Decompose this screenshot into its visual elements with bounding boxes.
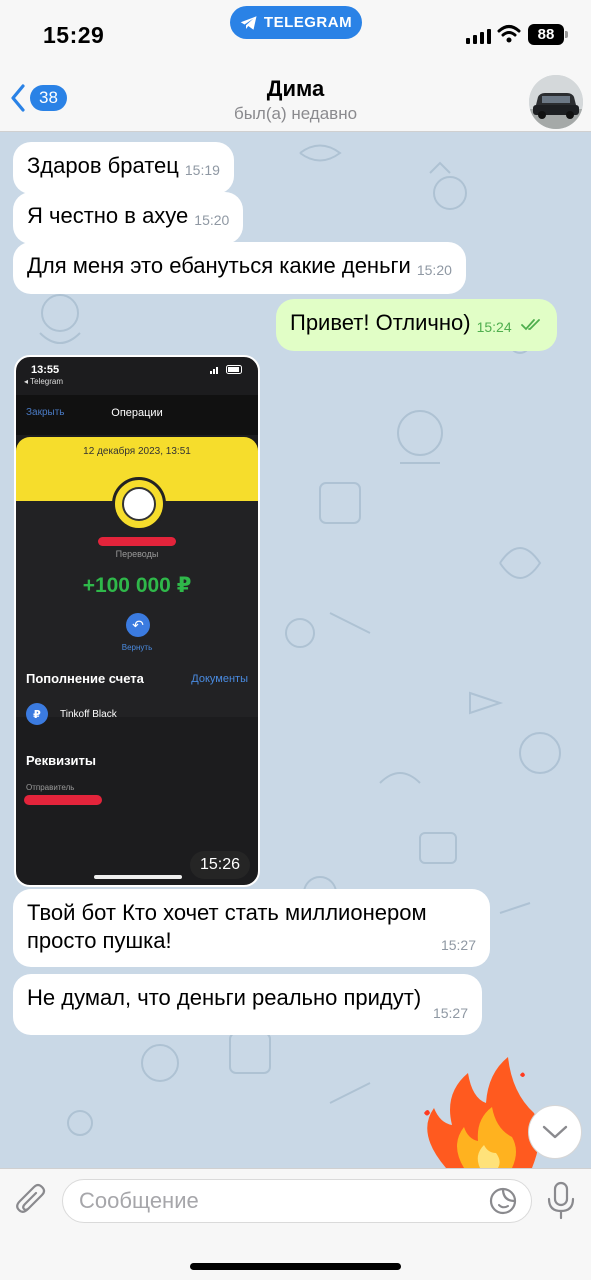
microphone-icon[interactable] (546, 1181, 576, 1221)
return-icon: ↶ (126, 613, 150, 637)
message-list[interactable]: Здаров братец 15:19 Я честно в ахуе 15:20 … (0, 133, 591, 1168)
avatar[interactable] (529, 75, 583, 129)
outgoing-message-bubble[interactable]: Привет! Отлично) 15:24 (276, 299, 557, 351)
message-time: 15:24 (476, 319, 512, 335)
message-text: Привет! Отлично) (290, 310, 471, 335)
battery-level: 88 (537, 26, 555, 43)
last-seen-status: был(а) недавно (233, 104, 358, 123)
photo-transaction-amount: +100 000 ₽ (82, 574, 192, 597)
message-text: Здаров братец (27, 153, 179, 178)
photo-message[interactable]: 13:55 ◂ Telegram Закрыть Операции 12 дек… (14, 355, 260, 887)
telegram-icon (240, 15, 257, 30)
message-bubble[interactable]: Здаров братец 15:19 (13, 142, 234, 194)
clock: 15:29 (43, 22, 105, 48)
chat-header: 38 Дима был(а) недавно (0, 62, 591, 132)
message-text: Я честно в ахуе (27, 203, 189, 228)
telegram-pill[interactable]: TELEGRAM (230, 6, 362, 39)
photo-status-icons (210, 365, 244, 374)
photo-account-name: Tinkoff Black (60, 709, 117, 720)
photo-sender-label: Отправитель (26, 783, 75, 792)
signal-icon (466, 28, 491, 44)
message-text: Не думал, что деньги реально придут) (27, 985, 422, 1010)
photo-clock: 13:55 (31, 364, 60, 376)
message-text: Для меня это ебануться какие деньги (27, 253, 411, 278)
photo-return-label: Вернуть (121, 643, 153, 652)
message-time: 15:20 (416, 262, 452, 278)
photo-screen-title: Операции (111, 407, 163, 419)
chat-title[interactable]: Дима (0, 76, 591, 102)
photo-topup-heading: Пополнение счета (26, 671, 144, 686)
ruble-icon: ₽ (26, 703, 48, 725)
telegram-pill-label: TELEGRAM (263, 14, 353, 31)
home-indicator (190, 1263, 401, 1270)
message-time: 15:20 (194, 212, 230, 228)
message-text: Твой бот Кто хочет стать миллионером про… (27, 900, 427, 953)
photo-transaction-category: Переводы (115, 549, 159, 559)
photo-home-indicator (94, 875, 182, 879)
message-bubble[interactable]: Я честно в ахуе 15:20 (13, 192, 244, 244)
message-time: 15:27 (440, 937, 476, 953)
photo-documents-link: Документы (191, 673, 248, 685)
message-bubble[interactable]: Твой бот Кто хочет стать миллионером про… (13, 889, 490, 967)
redaction-mark (24, 795, 102, 805)
message-input[interactable] (79, 1180, 459, 1222)
scroll-down-button[interactable] (528, 1105, 582, 1159)
redaction-mark (98, 537, 176, 546)
double-check-icon (520, 319, 540, 331)
photo-nav: Закрыть Операции (16, 395, 258, 435)
photo-status-bar: 13:55 ◂ Telegram (16, 357, 258, 393)
wifi-icon (497, 25, 521, 43)
bank-logo-icon (112, 477, 166, 531)
message-composer (0, 1168, 591, 1280)
message-time: 15:26 (189, 851, 250, 879)
battery-icon: 88 (528, 24, 564, 45)
car-avatar-image (529, 75, 583, 129)
paperclip-icon[interactable] (14, 1183, 48, 1219)
message-time: 15:19 (184, 162, 220, 178)
message-bubble[interactable]: Не думал, что деньги реально придут) 15:2… (13, 974, 482, 1035)
battery-tip (565, 31, 568, 38)
photo-transaction-date: 12 декабря 2023, 13:51 (83, 446, 191, 457)
chevron-down-icon (542, 1125, 568, 1139)
message-input-container (62, 1179, 532, 1223)
message-bubble[interactable]: Для меня это ебануться какие деньги 15:20 (13, 242, 466, 294)
photo-details-heading: Реквизиты (26, 753, 96, 768)
status-bar: 15:29 TELEGRAM 88 (0, 0, 591, 62)
message-time: 15:27 (432, 1005, 468, 1021)
photo-back-label: ◂ Telegram (24, 377, 63, 386)
sticker-icon[interactable] (489, 1187, 517, 1215)
